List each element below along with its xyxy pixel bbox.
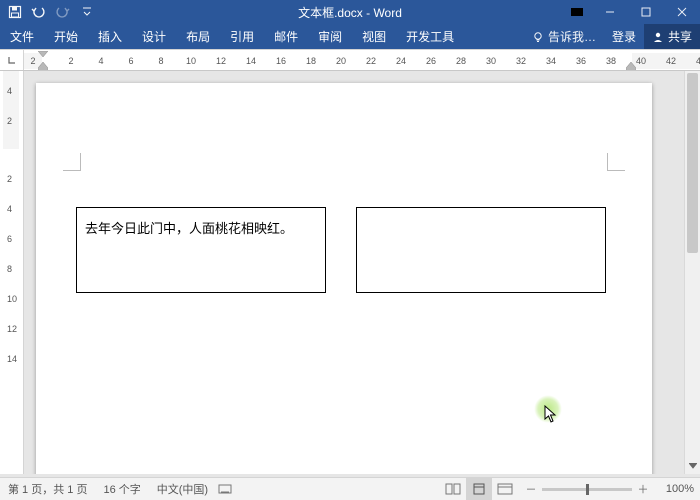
ime-icon <box>218 483 232 495</box>
view-web-layout[interactable] <box>492 478 518 500</box>
vertical-scrollbar[interactable] <box>684 71 700 474</box>
ribbon-options-icon <box>570 7 584 17</box>
horizontal-ruler[interactable]: 2 2 4 6 8 10 12 14 16 18 20 22 24 26 28 … <box>24 50 700 70</box>
share-label: 共享 <box>668 28 692 45</box>
tab-file[interactable]: 文件 <box>0 24 44 49</box>
lightbulb-icon <box>532 31 544 43</box>
ribbon-display-options[interactable] <box>562 7 592 17</box>
page[interactable]: 去年今日此门中，人面桃花相映红。 <box>36 83 652 474</box>
ruler-corner[interactable] <box>0 50 24 70</box>
ruler-row: 2 2 4 6 8 10 12 14 16 18 20 22 24 26 28 … <box>0 49 700 71</box>
scrollbar-thumb[interactable] <box>687 73 698 253</box>
minimize-icon <box>604 6 616 18</box>
tab-view[interactable]: 视图 <box>352 24 396 49</box>
save-button[interactable] <box>6 3 24 21</box>
zoom-control: － ＋ <box>518 482 656 496</box>
status-language[interactable]: 中文(中国) <box>149 481 216 497</box>
zoom-slider[interactable] <box>542 488 632 491</box>
textbox-1-text: 去年今日此门中，人面桃花相映红。 <box>85 221 293 236</box>
tab-mailings[interactable]: 邮件 <box>264 24 308 49</box>
scroll-down-button[interactable] <box>685 458 700 474</box>
textbox-1[interactable]: 去年今日此门中，人面桃花相映红。 <box>76 207 326 293</box>
tab-developer[interactable]: 开发工具 <box>396 24 464 49</box>
view-print-layout[interactable] <box>466 478 492 500</box>
undo-icon <box>31 5 47 19</box>
tab-insert[interactable]: 插入 <box>88 24 132 49</box>
hanging-indent[interactable] <box>38 62 48 70</box>
tab-review[interactable]: 审阅 <box>308 24 352 49</box>
mouse-cursor-highlight <box>534 395 562 423</box>
textbox-2[interactable] <box>356 207 606 293</box>
tell-me-label: 告诉我… <box>548 28 596 45</box>
margin-mark-tr <box>607 153 625 171</box>
cursor-icon <box>544 405 558 423</box>
ribbon-tabs: 文件 开始 插入 设计 布局 引用 邮件 审阅 视图 开发工具 告诉我… 登录 … <box>0 24 700 49</box>
status-bar: 第 1 页，共 1 页 16 个字 中文(中国) － ＋ 100% <box>0 477 700 500</box>
signin-button[interactable]: 登录 <box>604 24 644 49</box>
zoom-in-button[interactable]: ＋ <box>636 482 650 496</box>
status-page[interactable]: 第 1 页，共 1 页 <box>0 481 95 497</box>
maximize-button[interactable] <box>628 0 664 24</box>
share-button[interactable]: 共享 <box>644 24 700 49</box>
document-scroll-area[interactable]: 去年今日此门中，人面桃花相映红。 <box>24 71 700 474</box>
tab-references[interactable]: 引用 <box>220 24 264 49</box>
first-line-indent[interactable] <box>38 51 48 59</box>
view-read-mode[interactable] <box>440 478 466 500</box>
qat-customize[interactable] <box>78 3 96 21</box>
window-controls <box>562 0 700 24</box>
maximize-icon <box>640 6 652 18</box>
content-area: 4 2 2 4 6 8 10 12 14 去年今日此门中，人面桃花相映红。 <box>0 71 700 474</box>
share-person-icon <box>652 31 664 43</box>
zoom-thumb[interactable] <box>586 484 589 495</box>
right-indent[interactable] <box>626 62 636 70</box>
minimize-button[interactable] <box>592 0 628 24</box>
titlebar: 文本框.docx - Word <box>0 0 700 24</box>
zoom-percent[interactable]: 100% <box>656 483 700 495</box>
tab-layout[interactable]: 布局 <box>176 24 220 49</box>
status-word-count[interactable]: 16 个字 <box>95 481 148 497</box>
margin-mark-tl <box>63 153 81 171</box>
save-icon <box>8 5 22 19</box>
quick-access-toolbar <box>0 3 96 21</box>
vertical-ruler[interactable]: 4 2 2 4 6 8 10 12 14 <box>0 71 24 474</box>
redo-button[interactable] <box>54 3 72 21</box>
close-icon <box>676 6 688 18</box>
status-ime-button[interactable] <box>216 483 234 495</box>
redo-icon <box>56 5 70 19</box>
zoom-out-button[interactable]: － <box>524 482 538 496</box>
tell-me-box[interactable]: 告诉我… <box>524 24 604 49</box>
chevron-down-icon <box>82 6 92 18</box>
tab-design[interactable]: 设计 <box>132 24 176 49</box>
tab-selector-icon <box>7 55 17 65</box>
close-button[interactable] <box>664 0 700 24</box>
tab-home[interactable]: 开始 <box>44 24 88 49</box>
undo-button[interactable] <box>30 3 48 21</box>
